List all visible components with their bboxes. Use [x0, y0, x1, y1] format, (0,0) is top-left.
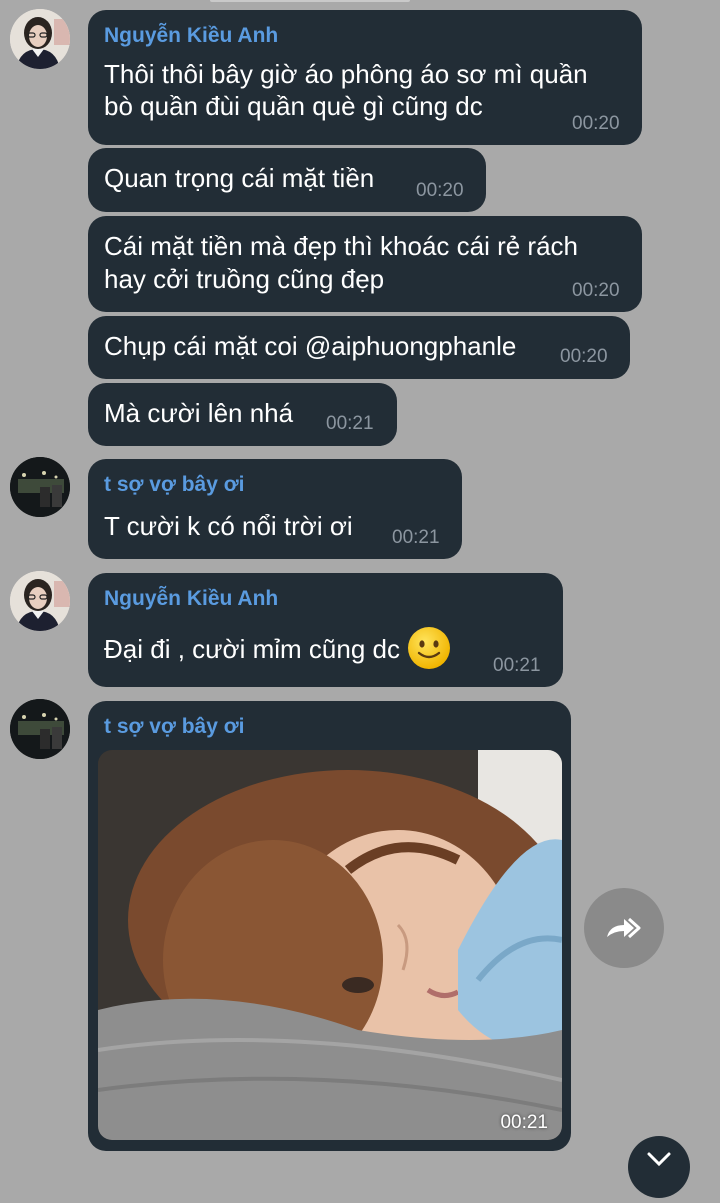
- message-time: 00:20: [572, 113, 620, 134]
- forward-arrow-icon: [607, 917, 641, 939]
- sender-name[interactable]: Nguyễn Kiều Anh: [104, 24, 278, 48]
- message-text: Chụp cái mặt coi @aiphuongphanle: [104, 331, 517, 361]
- message-bubble[interactable]: Nguyễn Kiều Anh Đại đi , cười mỉm cũng d…: [88, 573, 563, 687]
- message-text-line: Thôi thôi bây giờ áo phông áo sơ mì quần: [104, 59, 588, 89]
- message-text: Mà cười lên nhá: [104, 398, 294, 428]
- message-bubble[interactable]: Nguyễn Kiều Anh Thôi thôi bây giờ áo phô…: [88, 10, 642, 145]
- slightly-smiling-face-icon: [406, 625, 452, 671]
- message-text-line: bò quần đùi quần què gì cũng dc: [104, 91, 483, 121]
- message-bubble[interactable]: Chụp cái mặt coi @aiphuongphanle 00:20: [88, 316, 630, 379]
- message-time: 00:20: [416, 180, 464, 201]
- message-time: 00:20: [560, 346, 608, 367]
- message-bubble[interactable]: Mà cười lên nhá 00:21: [88, 383, 397, 446]
- message-time: 00:21: [326, 413, 374, 434]
- avatar-nguyen-kieu-anh[interactable]: [10, 571, 70, 631]
- forward-button[interactable]: [584, 888, 664, 968]
- message-text-line: Cái mặt tiền mà đẹp thì khoác cái rẻ rác…: [104, 231, 579, 261]
- message-bubble[interactable]: Cái mặt tiền mà đẹp thì khoác cái rẻ rác…: [88, 216, 642, 312]
- message-bubble[interactable]: Quan trọng cái mặt tiền 00:20: [88, 148, 486, 212]
- sender-name[interactable]: t sợ vợ bây ơi: [104, 473, 245, 497]
- chevron-down-icon: [647, 1152, 671, 1167]
- message-time: 00:21: [493, 655, 541, 676]
- avatar-nguyen-kieu-anh[interactable]: [10, 9, 70, 69]
- message-time: 00:21: [392, 527, 440, 548]
- message-text: Quan trọng cái mặt tiền: [104, 163, 375, 193]
- message-text-row: Đại đi , cười mỉm cũng dc: [104, 627, 452, 671]
- message-text-line: hay cởi truồng cũng đẹp: [104, 264, 385, 294]
- photo-message-bubble[interactable]: t sợ vợ bây ơi 00:21: [88, 701, 571, 1151]
- message-text: Đại đi , cười mỉm cũng dc: [104, 633, 400, 664]
- avatar-t-so-vo-bay-oi[interactable]: [10, 457, 70, 517]
- message-text: T cười k có nổi trời ơi: [104, 511, 353, 541]
- sender-name[interactable]: t sợ vợ bây ơi: [104, 715, 245, 739]
- message-bubble[interactable]: t sợ vợ bây ơi T cười k có nổi trời ơi 0…: [88, 459, 462, 559]
- photo-time: 00:21: [500, 1112, 548, 1133]
- scroll-down-button[interactable]: [628, 1136, 690, 1198]
- shared-photo[interactable]: 00:21: [98, 750, 562, 1140]
- previous-message-edge: [210, 0, 410, 2]
- avatar-t-so-vo-bay-oi[interactable]: [10, 699, 70, 759]
- message-time: 00:20: [572, 280, 620, 301]
- sender-name[interactable]: Nguyễn Kiều Anh: [104, 587, 278, 611]
